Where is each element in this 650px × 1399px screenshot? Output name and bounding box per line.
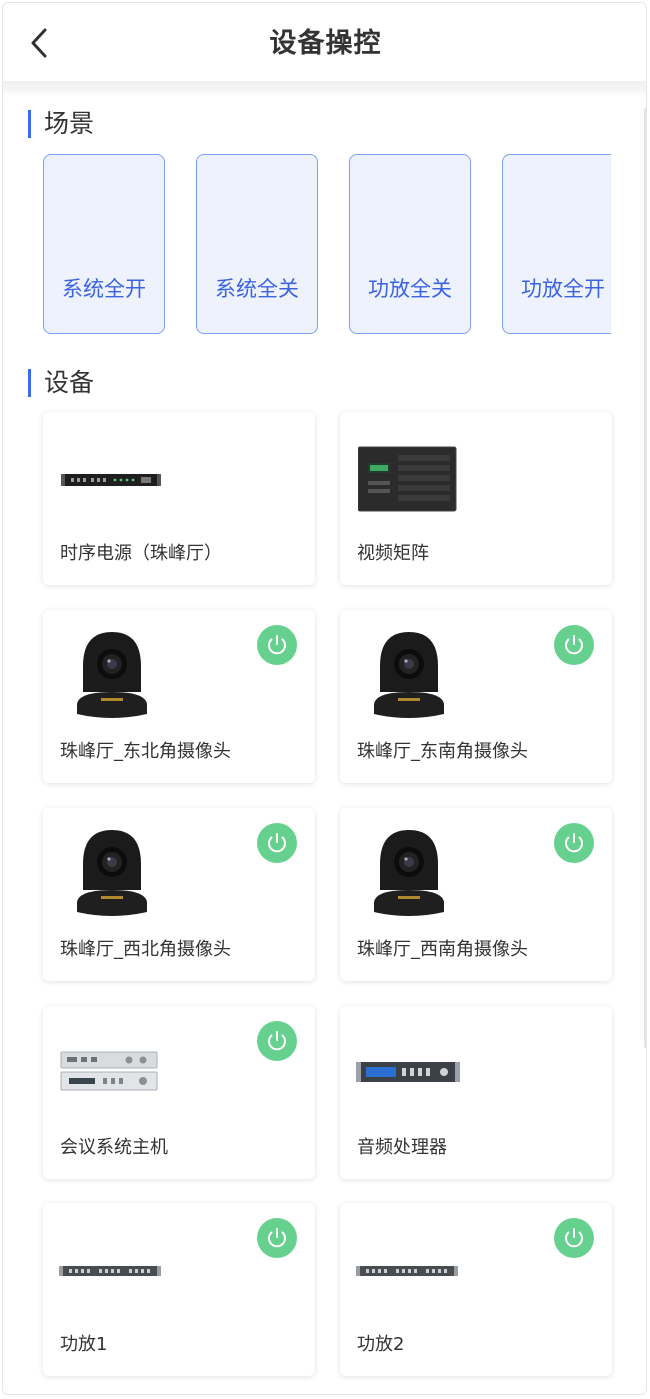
header-divider xyxy=(3,81,646,97)
section-devices-title: 设备 xyxy=(28,368,94,398)
video-matrix-chassis-image xyxy=(358,446,457,512)
scene-label: 系统全开 xyxy=(62,277,146,301)
power-button[interactable] xyxy=(554,823,594,863)
section-label: 设备 xyxy=(44,368,95,397)
power-icon xyxy=(268,1228,286,1248)
power-icon xyxy=(268,635,286,655)
rack-amplifier-image xyxy=(356,1266,458,1276)
power-icon xyxy=(565,833,583,853)
section-label: 场景 xyxy=(44,109,95,138)
ptz-camera-image xyxy=(77,830,147,916)
device-name: 功放2 xyxy=(357,1334,405,1355)
device-name: 视频矩阵 xyxy=(357,543,429,564)
device-card-video-matrix[interactable]: 视频矩阵 xyxy=(340,412,612,585)
conference-host-units-image xyxy=(60,1051,158,1091)
ptz-camera-image xyxy=(374,632,444,718)
power-button[interactable] xyxy=(257,1021,297,1061)
scene-label: 功放全关 xyxy=(368,277,452,301)
device-card-camera-sw[interactable]: 珠峰厅_西南角摄像头 xyxy=(340,808,612,981)
device-name: 珠峰厅_西北角摄像头 xyxy=(60,939,231,960)
device-card-camera-nw[interactable]: 珠峰厅_西北角摄像头 xyxy=(43,808,315,981)
header: 设备操控 xyxy=(3,3,646,83)
ptz-camera-image xyxy=(374,830,444,916)
power-icon xyxy=(565,635,583,655)
scene-label: 功放全开 xyxy=(521,277,605,301)
device-card-audio-processor[interactable]: 音频处理器 xyxy=(340,1006,612,1179)
device-card-amplifier-2[interactable]: 功放2 xyxy=(340,1203,612,1376)
rack-power-sequencer-image xyxy=(61,474,161,486)
section-scenes-title: 场景 xyxy=(28,109,94,139)
power-button[interactable] xyxy=(257,823,297,863)
scene-carousel[interactable]: 系统全开 系统全关 功放全关 功放全开 xyxy=(43,153,611,337)
rack-amplifier-image xyxy=(59,1266,161,1276)
device-card-amplifier-1[interactable]: 功放1 xyxy=(43,1203,315,1376)
app-frame: 设备操控 场景 系统全开 系统全关 功放全关 功放全开 设备 时序电源（珠峰厅）… xyxy=(2,2,647,1395)
device-card-camera-se[interactable]: 珠峰厅_东南角摄像头 xyxy=(340,610,612,783)
device-name: 会议系统主机 xyxy=(60,1137,168,1158)
ptz-camera-image xyxy=(77,632,147,718)
section-accent-bar xyxy=(28,369,31,397)
power-icon xyxy=(268,1031,286,1051)
device-name: 功放1 xyxy=(60,1334,108,1355)
audio-processor-rack-image xyxy=(356,1062,460,1082)
device-name: 音频处理器 xyxy=(357,1137,447,1158)
device-card-conference-host[interactable]: 会议系统主机 xyxy=(43,1006,315,1179)
device-name: 珠峰厅_东北角摄像头 xyxy=(60,741,231,762)
power-button[interactable] xyxy=(257,1218,297,1258)
device-card-camera-ne[interactable]: 珠峰厅_东北角摄像头 xyxy=(43,610,315,783)
device-name: 时序电源（珠峰厅） xyxy=(60,543,222,564)
scene-card-amp-off[interactable]: 功放全关 xyxy=(349,154,471,334)
power-icon xyxy=(565,1228,583,1248)
scene-card-system-off[interactable]: 系统全关 xyxy=(196,154,318,334)
power-button[interactable] xyxy=(257,625,297,665)
power-button[interactable] xyxy=(554,1218,594,1258)
scene-label: 系统全关 xyxy=(215,277,299,301)
scrollbar[interactable] xyxy=(644,108,646,1048)
power-button[interactable] xyxy=(554,625,594,665)
device-card-power-sequencer[interactable]: 时序电源（珠峰厅） xyxy=(43,412,315,585)
page-title: 设备操控 xyxy=(269,28,382,59)
device-name: 珠峰厅_西南角摄像头 xyxy=(357,939,528,960)
device-name: 珠峰厅_东南角摄像头 xyxy=(357,741,528,762)
power-icon xyxy=(268,833,286,853)
scene-card-system-on[interactable]: 系统全开 xyxy=(43,154,165,334)
section-accent-bar xyxy=(28,110,31,138)
scene-card-amp-on[interactable]: 功放全开 xyxy=(502,154,611,334)
